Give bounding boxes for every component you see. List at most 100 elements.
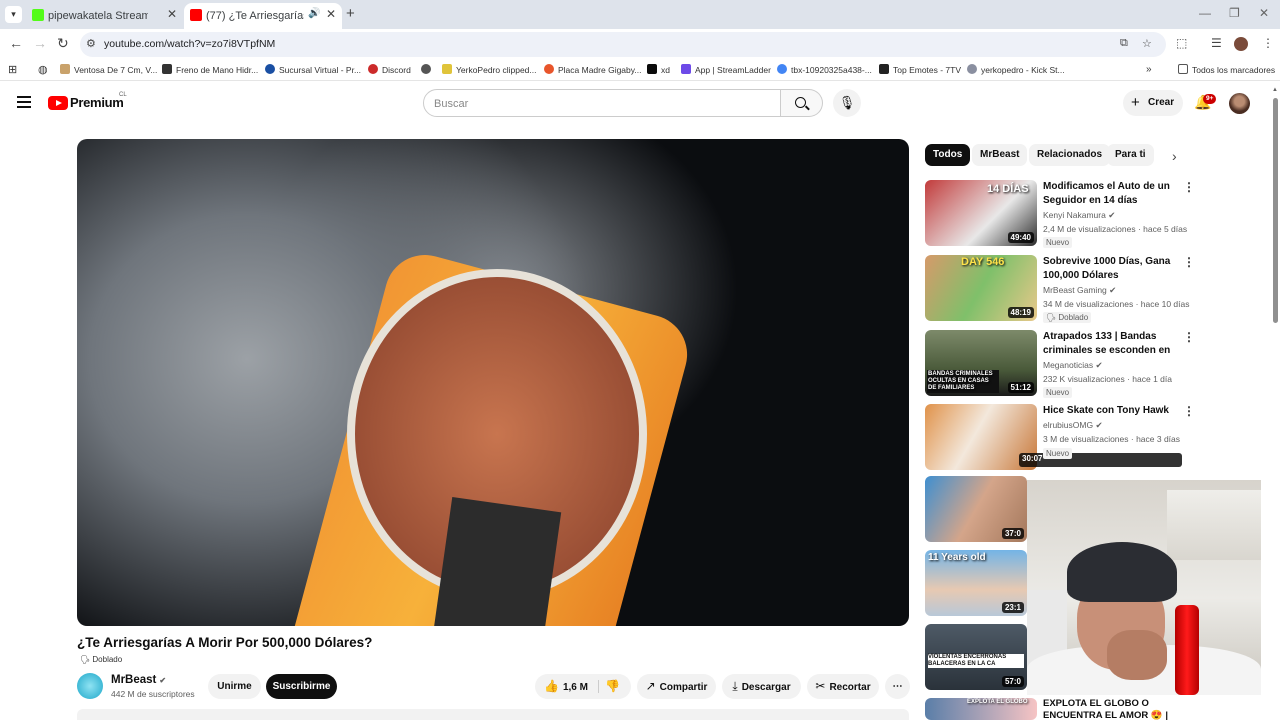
chip-relacionados[interactable]: Relacionados (1029, 144, 1111, 166)
chip-mrbeast[interactable]: MrBeast (972, 144, 1028, 166)
reload-icon[interactable]: ↻ (57, 35, 69, 52)
subscribe-button[interactable]: Suscribirme (266, 674, 337, 699)
dubbed-icon: 🗣 (1046, 313, 1059, 322)
browser-menu-icon[interactable]: ⋮ (1262, 36, 1274, 50)
voice-search-button[interactable]: 🎙 (833, 89, 861, 117)
page-scrollbar[interactable]: ▲ (1272, 84, 1279, 720)
recommendation-title[interactable]: Sobrevive 1000 Días, Gana 100,000 Dólare… (1043, 255, 1175, 283)
country-code: CL (119, 92, 127, 98)
bookmark-item[interactable]: Sucursal Virtual - Pr... (265, 62, 361, 78)
bookmark-item[interactable]: Placa Madre Gigaby... (544, 62, 641, 78)
recommendation-title[interactable]: Atrapados 133 | Bandas criminales se esc… (1043, 330, 1175, 358)
dislike-button[interactable]: 👎 (605, 674, 624, 700)
address-bar[interactable]: ⚙ youtube.com/watch?v=zo7i8VTpfNM ⧉ ☆ (80, 32, 1166, 57)
browser-tab-strip: ▾ pipewakatela Stream - Watch L ✕ (77) ¿… (0, 0, 1280, 29)
recommendation-item[interactable]: EXPLOTA EL GLOBO EXPLOTA EL GLOBO O ENCU… (925, 698, 1185, 720)
close-tab-icon[interactable]: ✕ (326, 7, 336, 21)
forward-icon[interactable]: → (33, 35, 47, 51)
bookmark-item[interactable]: Top Emotes - 7TV (879, 62, 961, 78)
channel-avatar[interactable] (77, 673, 103, 699)
recommendation-channel[interactable]: MrBeast Gaming ✔ (1043, 285, 1116, 296)
globe-icon[interactable]: ◍ (38, 62, 48, 78)
browser-tab-youtube[interactable]: (77) ¿Te Arriesgarías A Mor 🔊 ✕ (184, 3, 342, 29)
bookmark-item[interactable]: tbx-10920325a438-... (777, 62, 872, 78)
video-duration: 57:0 (1001, 676, 1024, 687)
bookmark-item[interactable]: yerkopedro - Kick St... (967, 62, 1065, 78)
bookmark-label: Todos los marcadores (1192, 65, 1276, 75)
scrollbar-thumb[interactable] (1273, 98, 1278, 323)
speaker-icon[interactable]: 🔊 (308, 8, 320, 19)
channel-name[interactable]: MrBeast ✔ (111, 674, 166, 686)
bookmark-item[interactable]: xd (647, 62, 670, 78)
media-control-icon[interactable]: ☰ (1211, 36, 1222, 50)
new-badge: Nuevo (1043, 237, 1073, 248)
recommendation-title[interactable]: Modificamos el Auto de un Seguidor en 14… (1043, 180, 1175, 208)
like-button[interactable]: 👍 1,6 M (544, 674, 588, 700)
hamburger-menu-icon[interactable] (17, 96, 31, 108)
search-button[interactable] (781, 89, 823, 117)
verified-icon: ✔ (1108, 210, 1116, 220)
user-avatar[interactable] (1229, 93, 1250, 114)
more-vertical-icon[interactable]: ⋮ (1183, 256, 1195, 268)
bookmark-item[interactable]: Discord (368, 62, 411, 78)
dubbed-icon: 🗣 (80, 655, 93, 664)
thumbnail-overlay-text: EXPLOTA EL GLOBO (967, 699, 1028, 705)
recommendation-channel[interactable]: Kenyi Nakamura ✔ (1043, 210, 1115, 221)
video-thumbnail[interactable]: BANDAS CRIMINALES OCULTAS EN CASAS DE FA… (925, 330, 1037, 396)
scroll-up-arrow-icon[interactable]: ▲ (1272, 87, 1278, 93)
recommendation-channel[interactable]: Meganoticias ✔ (1043, 360, 1103, 371)
join-button[interactable]: Unirme (208, 674, 261, 699)
share-button[interactable]: ↗ Compartir (637, 674, 716, 699)
extensions-icon[interactable]: ⬚ (1176, 36, 1187, 50)
chip-para-ti[interactable]: Para ti (1107, 144, 1154, 166)
chevron-right-icon[interactable]: › (1172, 148, 1177, 164)
bookmark-item[interactable]: Freno de Mano Hidr... (162, 62, 258, 78)
chip-todos[interactable]: Todos (925, 144, 971, 166)
all-bookmarks-folder[interactable]: Todos los marcadores (1178, 62, 1275, 78)
bookmark-favicon-icon (368, 64, 378, 74)
close-tab-icon[interactable]: ✕ (167, 7, 177, 21)
video-thumbnail[interactable]: 37:0 (925, 476, 1027, 542)
close-window-icon[interactable]: ✕ (1259, 6, 1269, 20)
clip-button[interactable]: ✂ Recortar (807, 674, 879, 699)
more-bookmarks-icon[interactable]: » (1146, 62, 1152, 78)
bookmark-item[interactable] (421, 62, 435, 78)
more-actions-button[interactable]: ⋯ (885, 674, 910, 699)
more-vertical-icon[interactable]: ⋮ (1183, 405, 1195, 417)
bookmark-item[interactable]: YerkoPedro clipped... (442, 62, 537, 78)
recommendation-item[interactable]: 14 DÍAS 49:40 Modificamos el Auto de un … (925, 180, 1195, 248)
apps-icon[interactable]: ⊞ (8, 62, 17, 78)
minimize-icon[interactable]: — (1199, 6, 1211, 20)
video-thumbnail[interactable]: DAY 546 48:19 (925, 255, 1037, 321)
recommendation-item[interactable]: BANDAS CRIMINALES OCULTAS EN CASAS DE FA… (925, 330, 1195, 398)
browser-tab-kick[interactable]: pipewakatela Stream - Watch L ✕ (26, 3, 181, 29)
bookmark-star-icon[interactable]: ☆ (1142, 37, 1152, 50)
maximize-icon[interactable]: ❐ (1229, 6, 1240, 20)
new-badge: Nuevo (1043, 387, 1073, 398)
more-vertical-icon[interactable]: ⋮ (1183, 181, 1195, 193)
create-button[interactable]: + Crear (1123, 90, 1183, 116)
browser-profile-avatar[interactable] (1234, 37, 1248, 51)
recommendation-title[interactable]: EXPLOTA EL GLOBO O ENCUENTRA EL AMOR 😍 |… (1043, 698, 1175, 720)
video-thumbnail[interactable]: VIOLENTAS ENCERRONAS BALACERAS EN LA CA … (925, 624, 1027, 690)
video-thumbnail[interactable]: 11 Years old 23:1 (925, 550, 1027, 616)
video-thumbnail[interactable]: EXPLOTA EL GLOBO (925, 698, 1037, 720)
recommendation-item[interactable]: DAY 546 48:19 Sobrevive 1000 Días, Gana … (925, 255, 1195, 323)
site-info-icon[interactable]: ⚙ (86, 37, 96, 50)
new-tab-icon[interactable]: + (346, 5, 355, 22)
share-icon: ↗ (645, 679, 656, 693)
download-button[interactable]: ⤓ Descargar (722, 674, 801, 699)
video-thumbnail[interactable]: 14 DÍAS 49:40 (925, 180, 1037, 246)
more-vertical-icon[interactable]: ⋮ (1183, 699, 1185, 711)
recommendation-channel[interactable]: elrubiusOMG ✔ (1043, 420, 1103, 431)
recommendation-item[interactable]: 30:07 Hice Skate con Tony Hawk elrubiusO… (925, 404, 1195, 470)
tab-search-icon[interactable]: ▾ (5, 6, 22, 23)
video-player[interactable] (77, 139, 909, 626)
search-input[interactable]: Buscar (423, 89, 781, 117)
back-icon[interactable]: ← (9, 35, 23, 51)
recommendation-title[interactable]: Hice Skate con Tony Hawk (1043, 404, 1175, 418)
bookmark-item[interactable]: App | StreamLadder (681, 62, 771, 78)
cast-icon[interactable]: ⧉ (1120, 37, 1128, 50)
bookmark-item[interactable]: Ventosa De 7 Cm, V... (60, 62, 157, 78)
more-vertical-icon[interactable]: ⋮ (1183, 331, 1195, 343)
